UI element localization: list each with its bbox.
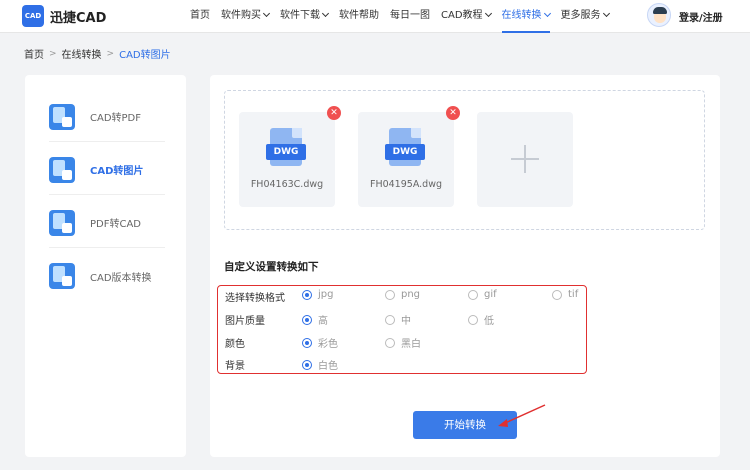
radio-quality-medium[interactable]: 中 [385,312,411,327]
setting-row-background: 背景 白色 [218,354,588,374]
pdf-to-cad-icon [49,209,75,236]
sidebar-item-label: PDF转CAD [90,219,142,230]
nav-item-help[interactable]: 软件帮助 [339,0,379,33]
main-nav: 首页 软件购买 软件下载 软件帮助 每日一图 CAD教程 在线转换 更多服务 [190,0,620,33]
remove-file-button[interactable]: ✕ [327,106,341,120]
nav-item-more[interactable]: 更多服务 [561,0,610,33]
file-name: FH04195A.dwg [369,179,442,190]
sidebar-item-label: CAD转PDF [90,113,142,124]
annotation-arrow-icon [498,404,546,427]
remove-file-button[interactable]: ✕ [446,106,460,120]
chevron-down-icon [543,9,551,18]
radio-png[interactable]: png [385,289,420,300]
radio-gif[interactable]: gif [468,289,497,300]
breadcrumb-home[interactable]: 首页 [24,46,44,61]
radio-jpg[interactable]: jpg [302,289,333,300]
radio-dot [302,289,312,300]
sidebar-item-cad-to-pdf[interactable]: CAD转PDF [49,92,165,142]
breadcrumb: 首页 > 在线转换 > CAD转图片 [24,46,171,62]
brand-name[interactable]: 迅捷CAD [50,7,106,26]
file-name: FH04163C.dwg [250,179,324,190]
chevron-right-icon: > [49,48,57,59]
chevron-down-icon [321,9,330,18]
file-card: DWG FH04163C.dwg ✕ [239,106,341,207]
nav-item-daily[interactable]: 每日一图 [390,0,430,33]
setting-label: 选择转换格式 [225,293,285,304]
chevron-down-icon [262,9,271,18]
setting-label: 颜色 [225,339,245,350]
cad-to-pdf-icon [49,103,75,130]
avatar[interactable] [647,3,671,27]
cad-to-image-icon [49,156,75,183]
sidebar-item-label: CAD版本转换 [90,272,152,284]
plus-icon [524,145,526,173]
radio-dot [385,337,395,348]
sidebar: CAD转PDF CAD转图片 PDF转CAD CAD版本转换 [25,75,186,457]
top-header: CAD 迅捷CAD 首页 软件购买 软件下载 软件帮助 每日一图 CAD教程 在… [0,0,750,33]
chevron-right-icon: > [106,48,115,59]
sidebar-item-label: CAD转图片 [90,166,144,177]
radio-dot [385,289,395,300]
chevron-down-icon [602,9,610,18]
sidebar-item-cad-to-image[interactable]: CAD转图片 [49,145,165,195]
radio-dot [468,314,478,325]
nav-item-tutorial[interactable]: CAD教程 [441,0,492,33]
radio-quality-low[interactable]: 低 [468,312,494,327]
nav-item-online-convert[interactable]: 在线转换 [501,0,551,33]
settings-title: 自定义设置转换如下 [224,261,319,273]
dwg-file-icon: DWG [385,128,425,170]
breadcrumb-current: CAD转图片 [119,50,171,61]
radio-dot [552,289,562,300]
radio-tif[interactable]: tif [552,289,578,300]
logo-icon[interactable]: CAD [22,5,44,27]
nav-item-buy[interactable]: 软件购买 [221,0,271,33]
radio-dot [468,289,478,300]
login-link[interactable]: 登录/注册 [679,9,723,24]
settings-highlight-box: 选择转换格式 jpg png gif tif 图片质量 高 中 低 颜色 彩色 … [217,285,587,374]
radio-background-white[interactable]: 白色 [302,357,338,372]
file-type-tag: DWG [266,144,306,160]
setting-row-quality: 图片质量 高 中 低 [218,309,588,329]
chevron-down-icon [484,9,492,18]
main-panel: DWG FH04163C.dwg ✕ DWG FH04195A.dwg ✕ 自定… [210,75,720,457]
setting-row-format: 选择转换格式 jpg png gif tif [218,286,588,306]
nav-item-home[interactable]: 首页 [190,0,210,33]
radio-dot [302,359,312,370]
radio-dot [302,314,312,325]
radio-dot [385,314,395,325]
nav-item-download[interactable]: 软件下载 [280,0,330,33]
radio-dot [302,337,312,348]
sidebar-item-cad-version[interactable]: CAD版本转换 [49,251,165,301]
radio-color[interactable]: 彩色 [302,335,338,350]
setting-label: 图片质量 [225,316,265,327]
cad-version-icon [49,263,75,289]
avatar-hair [653,7,667,14]
sidebar-item-pdf-to-cad[interactable]: PDF转CAD [49,198,165,248]
setting-row-color: 颜色 彩色 黑白 [218,332,588,352]
file-type-tag: DWG [385,144,425,160]
setting-label: 背景 [225,361,245,372]
add-file-button[interactable] [477,112,573,207]
dwg-file-icon: DWG [266,128,306,170]
upload-dropzone[interactable]: DWG FH04163C.dwg ✕ DWG FH04195A.dwg ✕ [224,90,705,230]
radio-quality-high[interactable]: 高 [302,312,328,327]
radio-black-white[interactable]: 黑白 [385,335,421,350]
file-card: DWG FH04195A.dwg ✕ [358,106,460,207]
breadcrumb-online-convert[interactable]: 在线转换 [62,46,102,61]
